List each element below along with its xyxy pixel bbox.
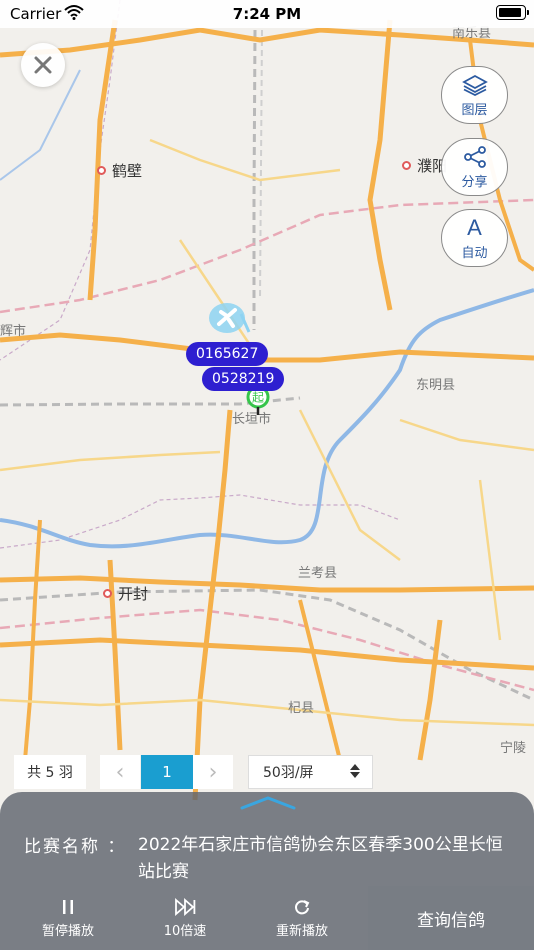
county-label: 宁陵 xyxy=(500,741,527,756)
layers-button[interactable]: 图层 xyxy=(441,66,508,124)
chevron-up-icon[interactable] xyxy=(238,794,298,816)
replay-icon xyxy=(293,896,311,918)
race-name-label: 比赛名称 ： xyxy=(24,837,127,857)
status-bar: Carrier 7:24 PM xyxy=(0,0,534,28)
battery-icon xyxy=(496,5,529,20)
share-button[interactable]: 分享 xyxy=(441,138,508,196)
close-icon xyxy=(33,49,53,82)
sort-caret-icon xyxy=(350,764,360,778)
fast-forward-icon xyxy=(173,896,197,918)
county-label: 辉市 xyxy=(0,324,27,339)
layers-icon xyxy=(461,73,488,97)
pause-label: 暂停播放 xyxy=(41,924,94,939)
city-label-hebi: 鹤壁 xyxy=(97,160,142,181)
county-label: 东明县 xyxy=(416,378,456,393)
auto-button[interactable]: A 自动 xyxy=(441,209,508,267)
city-marker-icon xyxy=(103,589,112,598)
tracker-tag[interactable]: 0528219 xyxy=(202,367,285,391)
query-pigeon-button[interactable]: 查询信鸽 xyxy=(368,886,534,950)
pause-button[interactable]: 暂停播放 xyxy=(18,896,118,944)
next-page-button[interactable]: › xyxy=(193,755,233,789)
bottom-panel: 比赛名称 ： 2022年石家庄市信鸽协会东区春季300公里长恒站比赛 暂停播放 … xyxy=(0,792,534,950)
city-marker-icon xyxy=(97,166,106,175)
page-size-select[interactable]: 50羽/屏 xyxy=(248,755,373,789)
pause-icon xyxy=(59,896,77,918)
tracker-tag[interactable]: 0165627 xyxy=(186,342,269,366)
prev-page-button[interactable]: ‹ xyxy=(100,755,140,789)
page-size-value: 50羽/屏 xyxy=(263,765,314,781)
current-page[interactable]: 1 xyxy=(141,755,193,789)
race-name-value: 2022年石家庄市信鸽协会东区春季300公里长恒站比赛 xyxy=(138,835,503,882)
auto-label: 自动 xyxy=(461,245,488,261)
speed-button[interactable]: 10倍速 xyxy=(135,896,235,944)
close-button[interactable] xyxy=(21,43,65,87)
bird-count: 共 5 羽 xyxy=(14,755,86,789)
share-label: 分享 xyxy=(461,174,488,190)
city-marker-icon xyxy=(402,161,411,170)
replay-button[interactable]: 重新播放 xyxy=(252,896,352,944)
status-time: 7:24 PM xyxy=(232,5,302,23)
speed-label: 10倍速 xyxy=(163,924,207,939)
plane-icon[interactable] xyxy=(207,300,251,336)
county-label: 兰考县 xyxy=(298,566,338,581)
layers-label: 图层 xyxy=(461,102,488,118)
city-label-kaifeng: 开封 xyxy=(103,583,148,604)
start-marker-text: 起 xyxy=(252,391,264,405)
county-label: 杞县 xyxy=(288,701,315,716)
replay-label: 重新播放 xyxy=(275,924,328,939)
share-icon xyxy=(463,145,487,169)
auto-icon: A xyxy=(467,214,482,240)
